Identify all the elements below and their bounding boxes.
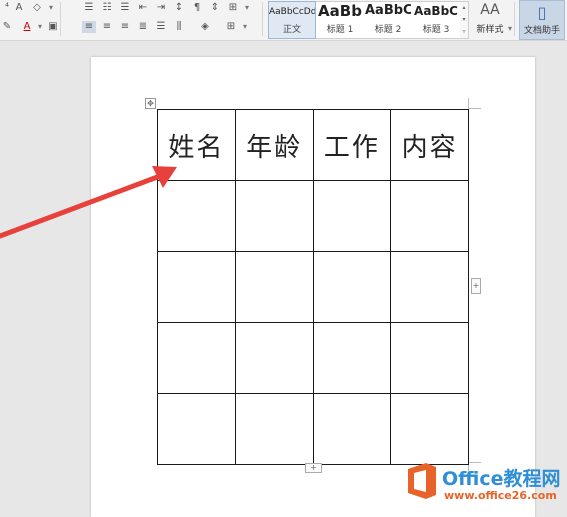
columns-icon[interactable]: ⫼ [172,21,186,33]
office-logo-icon [408,463,436,499]
table-cell[interactable] [312,322,392,394]
document-assistant-icon: ▯ [537,3,547,22]
document-assistant-label: 文档助手 [523,26,560,36]
table-cell[interactable]: 年龄 [234,109,314,181]
show-marks-icon[interactable]: ¶ [190,2,204,14]
align-right-icon[interactable]: ≡ [118,21,132,33]
align-center-icon[interactable]: ≡ [100,21,114,33]
style-normal-sample: AaBbCcDd [269,7,315,17]
watermark-url: www.office26.com [444,489,557,502]
table-move-handle-icon[interactable]: ✥ [145,98,156,109]
clear-format-dropdown-icon[interactable]: ▾ [44,2,58,14]
table-cell[interactable] [157,322,236,394]
table-header-row: 姓名 年龄 工作 内容 [157,109,469,181]
table-cell[interactable] [390,393,469,465]
ribbon-separator [514,2,515,36]
add-row-button[interactable]: + [305,463,322,473]
margin-corner-mark [468,98,481,109]
header-cell-age: 年龄 [246,132,303,163]
table-cell[interactable]: 内容 [390,109,469,181]
table-cell[interactable] [157,393,236,465]
borders-dropdown-icon[interactable]: ▾ [238,21,252,33]
style-gallery-scroll[interactable]: ▴ ▾ ▿ [460,1,469,39]
table-cell[interactable] [157,251,236,323]
watermark-title: Office教程网 [442,468,561,490]
ribbon-separator [60,2,61,36]
style-heading-3-sample: AaBbC [414,4,458,18]
table-row [157,393,469,465]
sort-icon[interactable]: ↕ [172,2,186,14]
table-cell[interactable]: 姓名 [157,109,236,181]
scroll-up-icon[interactable]: ▴ [462,4,465,11]
increase-indent-icon[interactable]: ⇥ [154,2,168,14]
header-cell-job: 工作 [323,132,380,163]
table-cell[interactable] [234,251,314,323]
ribbon-separator [262,2,263,36]
justify-icon[interactable]: ≣ [136,21,150,33]
table-row [157,180,469,252]
borders-icon[interactable]: ⊞ [224,21,238,33]
line-spacing-icon[interactable]: ⇕ [208,2,222,14]
document-table[interactable]: 姓名 年龄 工作 内容 [157,109,469,465]
table-dropdown-icon[interactable]: ▾ [240,2,254,14]
style-heading-1-sample: AaBb [318,2,362,20]
numbered-list-icon[interactable]: ☷ [100,2,114,14]
style-heading-3[interactable]: AaBbC 标题 3 [413,2,459,38]
style-heading-2[interactable]: AaBbC 标题 2 [365,2,411,38]
table-cell[interactable] [157,180,236,252]
scroll-down-icon[interactable]: ▾ [462,16,465,23]
new-style-icon: AA [480,2,500,18]
eraser-icon[interactable]: ◇ [30,2,44,14]
table-cell[interactable] [312,180,392,252]
header-cell-content: 内容 [401,132,458,163]
style-normal[interactable]: AaBbCcDd 正文 [268,1,316,39]
table-row [157,322,469,394]
shading-icon[interactable]: ◈ [198,21,212,33]
table-row [157,251,469,323]
table-cell[interactable] [234,393,314,465]
bullet-list-icon[interactable]: ☰ [82,2,96,14]
table-cell[interactable] [312,251,392,323]
multilevel-list-icon[interactable]: ☰ [118,2,132,14]
align-left-icon[interactable]: ≡ [82,21,96,33]
table-cell[interactable]: 工作 [312,109,392,181]
table-cell[interactable] [234,180,314,252]
header-cell-name: 姓名 [168,132,225,163]
table-icon[interactable]: ⊞ [226,2,240,14]
style-normal-label: 正文 [282,25,301,35]
style-heading-3-label: 标题 3 [422,25,450,35]
style-heading-1-label: 标题 1 [326,25,354,35]
watermark: Office教程网 www.office26.com [404,458,567,510]
add-column-button[interactable]: + [471,278,481,294]
decrease-indent-icon[interactable]: ⇤ [136,2,150,14]
distributed-icon[interactable]: ☰ [154,21,168,33]
table-cell[interactable] [390,180,469,252]
gallery-more-icon[interactable]: ▿ [462,28,465,35]
highlight-color-icon[interactable]: ✎ [0,21,14,33]
style-heading-2-sample: AaBbC [365,3,411,18]
table-cell[interactable] [234,322,314,394]
font-color-icon[interactable]: A [20,21,34,33]
style-heading-2-label: 标题 2 [374,25,402,35]
ribbon-toolbar: ⁴ A ◇ ▾ ☰ ☷ ☰ ⇤ ⇥ ↕ ¶ ⇕ ⊞ ▾ ✎ A ▾ ▣ ≡ ≡ … [0,0,567,41]
style-gallery: AaBbCcDd 正文 AaBb 标题 1 AaBbC 标题 2 AaBbC 标… [268,1,462,39]
char-border-icon[interactable]: ▣ [46,21,60,33]
table-cell[interactable] [390,251,469,323]
font-color-dropdown-icon[interactable]: ▾ [33,21,47,33]
table-cell[interactable] [312,393,392,465]
font-size-decrease-icon[interactable]: A [12,2,26,14]
table-cell[interactable] [390,322,469,394]
document-assistant-button[interactable]: ▯ 文档助手 [519,0,565,40]
style-heading-1[interactable]: AaBb 标题 1 [317,2,363,38]
